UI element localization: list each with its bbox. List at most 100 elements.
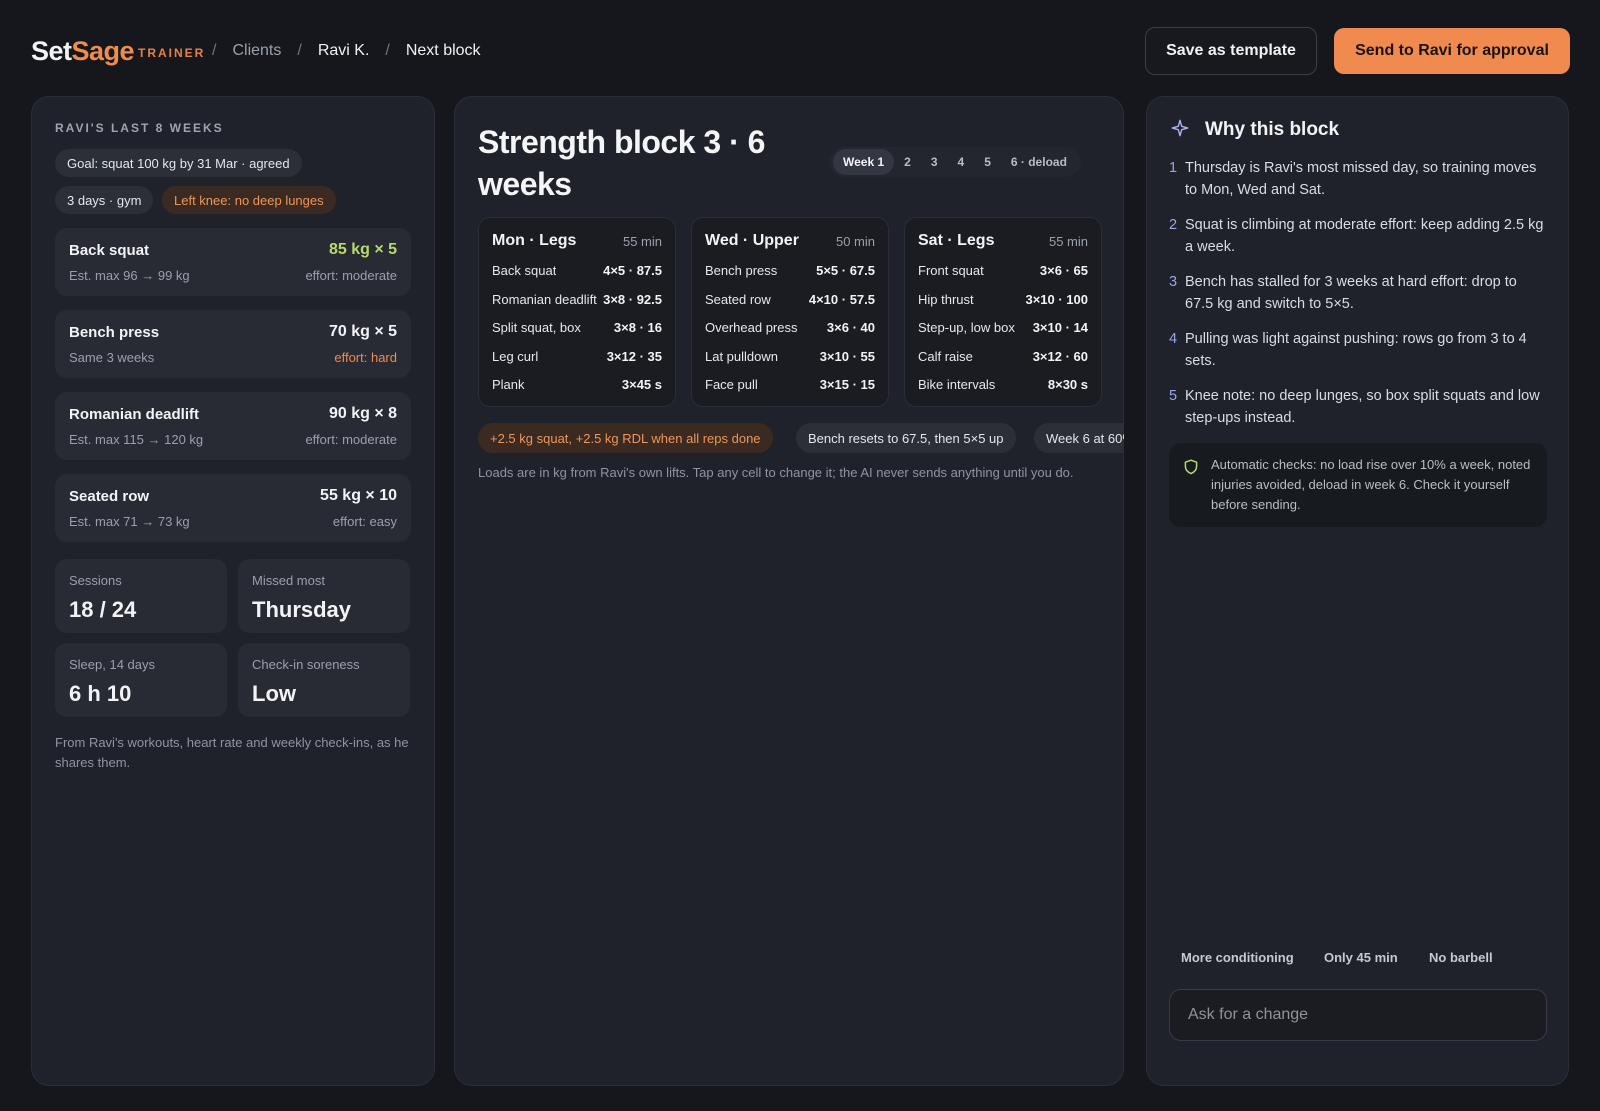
day-card-monday: Mon · Legs 55 min Back squat 4×5 · 87.5 R… [478,217,676,407]
logo-text-sage: Sage [71,36,135,66]
exercise-name: Bike intervals [918,376,996,392]
stat-card-sleep: Sleep, 14 days 6 h 10 [55,643,227,717]
day-title: Mon · Legs [492,232,577,249]
exercise-row[interactable]: Front squat 3×6 · 65 [918,260,1088,280]
reason-number: 4 [1169,331,1178,347]
exercise-row[interactable]: Split squat, box 3×8 · 16 [492,317,662,337]
rule-chip-progression[interactable]: +2.5 kg squat, +2.5 kg RDL when all reps… [478,423,773,453]
lift-name: Romanian deadlift [69,406,200,423]
exercise-prescription[interactable]: 3×8 · 92.5 [603,292,662,307]
day-duration: 55 min [1048,234,1088,249]
exercise-name: Overhead press [705,319,798,335]
reason-item: 1 Thursday is Ravi's most missed day, so … [1169,157,1549,201]
rule-chip-deload[interactable]: Week 6 at 60% [1034,423,1124,453]
lift-card[interactable]: Seated row Est. max 71 → 73 kg 55 kg × 1… [55,474,411,542]
exercise-row[interactable]: Hip thrust 3×10 · 100 [918,289,1088,309]
lift-estimate: Same 3 weeks [69,350,155,365]
week-tab-6-deload[interactable]: 6 · deload [1001,149,1077,175]
week-tab-5[interactable]: 5 [974,149,1001,175]
lift-estimate: Est. max 115 → 120 kg [69,432,204,447]
reason-text: Knee note: no deep lunges, so box split … [1185,388,1540,426]
exercise-row[interactable]: Bench press 5×5 · 67.5 [705,260,875,280]
lift-load: 70 kg × 5 [328,323,397,340]
breadcrumb-clients[interactable]: Clients [232,42,281,60]
week-tab-1[interactable]: Week 1 [833,149,895,175]
lift-name: Seated row [69,488,150,505]
day-duration: 50 min [835,234,875,249]
reason-number: 5 [1169,388,1178,404]
history-panel: RAVI'S LAST 8 WEEKS Goal: squat 100 kg b… [31,96,435,1086]
exercise-prescription[interactable]: 3×15 · 15 [820,377,875,392]
top-bar: SetSage TRAINER / Clients / Ravi K. / Ne… [0,0,1600,100]
exercise-prescription[interactable]: 4×10 · 57.5 [809,292,875,307]
lift-load: 85 kg × 5 [328,241,397,258]
stat-value: 18 / 24 [69,597,137,622]
rule-chip-bench-reset[interactable]: Bench resets to 67.5, then 5×5 up [796,423,1016,453]
exercise-prescription[interactable]: 4×5 · 87.5 [603,263,662,278]
exercise-prescription[interactable]: 3×6 · 65 [1040,263,1088,278]
exercise-row[interactable]: Seated row 4×10 · 57.5 [705,289,875,309]
lift-effort: effort: moderate [305,432,397,447]
suggestion-45-min[interactable]: Only 45 min [1312,943,1410,971]
exercise-prescription[interactable]: 8×30 s [1048,377,1088,392]
loads-note: Loads are in kg from Ravi's own lifts. T… [478,465,1074,480]
exercise-row[interactable]: Lat pulldown 3×10 · 55 [705,346,875,366]
exercise-row[interactable]: Calf raise 3×12 · 60 [918,346,1088,366]
schedule-chip: 3 days · gym [55,186,154,214]
exercise-prescription[interactable]: 3×12 · 60 [1033,349,1088,364]
reason-number: 1 [1169,160,1178,176]
week-tab-2[interactable]: 2 [894,149,921,175]
lift-card[interactable]: Romanian deadlift Est. max 115 → 120 kg … [55,392,411,460]
exercise-row[interactable]: Back squat 4×5 · 87.5 [492,260,662,280]
exercise-name: Romanian deadlift [492,291,597,307]
automatic-checks: Automatic checks: no load rise over 10% … [1169,443,1547,527]
lift-card[interactable]: Bench press Same 3 weeks 70 kg × 5 effor… [55,310,411,378]
reason-item: 2 Squat is climbing at moderate effort: k… [1169,214,1549,258]
reason-text: Pulling was light against pushing: rows … [1185,331,1527,369]
reasoning-title: Why this block [1205,119,1340,140]
stat-card-missed: Missed most Thursday [238,559,410,633]
exercise-name: Seated row [705,291,771,307]
exercise-name: Plank [492,376,525,392]
day-duration: 55 min [622,234,662,249]
exercise-prescription[interactable]: 5×5 · 67.5 [816,263,875,278]
lift-effort: effort: hard [334,350,397,365]
exercise-prescription[interactable]: 3×8 · 16 [614,320,662,335]
reason-number: 3 [1169,274,1178,290]
logo-text-set: Set [31,36,72,66]
breadcrumb-separator: / [212,42,217,59]
exercise-row[interactable]: Overhead press 3×6 · 40 [705,317,875,337]
save-template-button[interactable]: Save as template [1145,27,1317,75]
exercise-row[interactable]: Leg curl 3×12 · 35 [492,346,662,366]
exercise-row[interactable]: Romanian deadlift 3×8 · 92.5 [492,289,662,309]
app-logo[interactable]: SetSage [31,36,135,67]
block-panel: Strength block 3 · 6 weeks Week 1 2 3 4 … [454,96,1124,1086]
exercise-prescription[interactable]: 3×12 · 35 [607,349,662,364]
reasoning-panel: Why this block 1 Thursday is Ravi's most … [1146,96,1569,1086]
exercise-row[interactable]: Face pull 3×15 · 15 [705,374,875,394]
lift-load: 55 kg × 10 [320,487,397,504]
ask-change-input[interactable] [1169,989,1547,1041]
week-tab-3[interactable]: 3 [921,149,948,175]
exercise-row[interactable]: Step-up, low box 3×10 · 14 [918,317,1088,337]
exercise-row[interactable]: Plank 3×45 s [492,374,662,394]
data-source-note: From Ravi's workouts, heart rate and wee… [55,735,409,770]
exercise-name: Hip thrust [918,291,974,307]
send-approval-button[interactable]: Send to Ravi for approval [1334,28,1570,74]
exercise-prescription[interactable]: 3×45 s [622,377,662,392]
exercise-name: Step-up, low box [918,319,1015,335]
exercise-name: Back squat [492,262,557,278]
exercise-prescription[interactable]: 3×10 · 55 [820,349,875,364]
suggestion-more-conditioning[interactable]: More conditioning [1169,943,1306,971]
exercise-prescription[interactable]: 3×6 · 40 [827,320,875,335]
exercise-row[interactable]: Bike intervals 8×30 s [918,374,1088,394]
injury-chip: Left knee: no deep lunges [162,186,336,214]
breadcrumb-client[interactable]: Ravi K. [318,42,370,60]
lift-card[interactable]: Back squat Est. max 96 → 99 kg 85 kg × 5… [55,228,411,296]
exercise-prescription[interactable]: 3×10 · 100 [1025,292,1088,307]
day-title: Sat · Legs [918,232,995,249]
suggestion-no-barbell[interactable]: No barbell [1417,943,1505,971]
exercise-prescription[interactable]: 3×10 · 14 [1033,320,1088,335]
stat-card-sessions: Sessions 18 / 24 [55,559,227,633]
week-tab-4[interactable]: 4 [948,149,975,175]
